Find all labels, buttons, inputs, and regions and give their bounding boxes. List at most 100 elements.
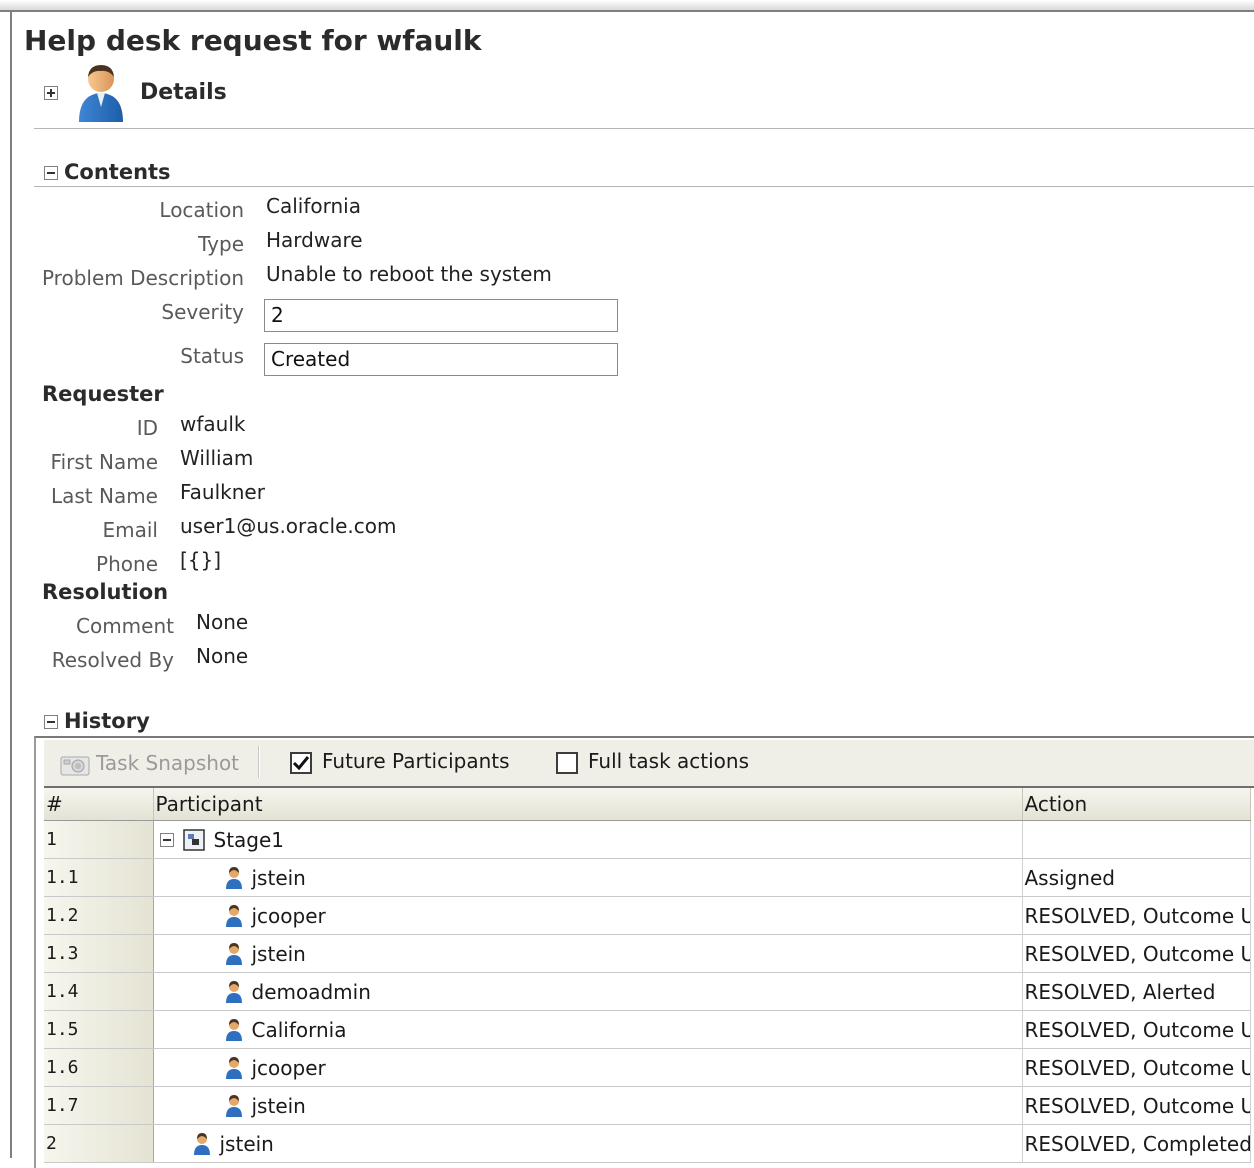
participant-cell: California bbox=[153, 1010, 1023, 1049]
window-top-border bbox=[0, 0, 1254, 12]
action-cell bbox=[1022, 820, 1251, 859]
page-title: Help desk request for wfaulk bbox=[24, 24, 482, 57]
resolved-by-value: None bbox=[196, 644, 249, 668]
first-name-value: William bbox=[180, 446, 254, 470]
resolved-by-label: Resolved By bbox=[51, 648, 174, 672]
camera-icon bbox=[60, 756, 90, 776]
participant-cell: jstein bbox=[153, 1124, 1023, 1163]
table-row[interactable]: 2 jstein RESOLVED, Completed bbox=[44, 1124, 1251, 1163]
table-row[interactable]: 1.5 California RESOLVED, Outcome Up bbox=[44, 1010, 1251, 1049]
action-cell: RESOLVED, Completed bbox=[1022, 1124, 1251, 1163]
row-number: 1.1 bbox=[44, 858, 154, 897]
action-cell: RESOLVED, Outcome Up bbox=[1022, 1010, 1251, 1049]
toolbar-separator bbox=[258, 746, 260, 778]
location-value: California bbox=[266, 194, 361, 218]
email-value: user1@us.oracle.com bbox=[180, 514, 397, 538]
details-expand-icon[interactable] bbox=[44, 86, 58, 100]
row-number: 1.4 bbox=[44, 972, 154, 1011]
status-label: Status bbox=[180, 344, 244, 368]
severity-field[interactable]: 2 bbox=[264, 299, 618, 332]
table-row[interactable]: 1.3 jstein RESOLVED, Outcome Up bbox=[44, 934, 1251, 973]
row-number: 1.2 bbox=[44, 896, 154, 935]
row-number: 1.3 bbox=[44, 934, 154, 973]
checkmark-icon bbox=[292, 756, 310, 771]
requester-id-value: wfaulk bbox=[180, 412, 246, 436]
full-task-actions-checkbox[interactable] bbox=[556, 752, 578, 774]
user-icon bbox=[225, 942, 242, 965]
phone-label: Phone bbox=[96, 552, 158, 576]
problem-description-value: Unable to reboot the system bbox=[266, 262, 552, 286]
action-cell: RESOLVED, Alerted bbox=[1022, 972, 1251, 1011]
column-header-num[interactable]: # bbox=[44, 788, 154, 821]
participant-cell: jstein bbox=[153, 934, 1023, 973]
row-number: 1.6 bbox=[44, 1048, 154, 1087]
type-value: Hardware bbox=[266, 228, 363, 252]
action-cell: RESOLVED, Outcome Up bbox=[1022, 896, 1251, 935]
action-cell: Assigned bbox=[1022, 858, 1251, 897]
phone-value: [{}] bbox=[180, 548, 222, 572]
user-icon bbox=[225, 1094, 242, 1117]
row-number: 1.7 bbox=[44, 1086, 154, 1125]
participant-name: demoadmin bbox=[251, 979, 371, 1004]
column-header-participant[interactable]: Participant bbox=[153, 788, 1023, 821]
location-label: Location bbox=[159, 198, 244, 222]
full-task-actions-label[interactable]: Full task actions bbox=[588, 749, 749, 773]
participant-name: jstein bbox=[251, 941, 306, 966]
row-number: 2 bbox=[44, 1124, 154, 1163]
contents-section-title: Contents bbox=[64, 160, 171, 184]
action-cell: RESOLVED, Outcome Up bbox=[1022, 934, 1251, 973]
last-name-value: Faulkner bbox=[180, 480, 265, 504]
table-row[interactable]: 1 Stage1 bbox=[44, 820, 1251, 859]
comment-value: None bbox=[196, 610, 249, 634]
user-icon bbox=[225, 1018, 242, 1041]
email-label: Email bbox=[102, 518, 159, 542]
column-header-action[interactable]: Action bbox=[1022, 788, 1251, 821]
divider bbox=[34, 186, 1254, 187]
participant-cell: jstein bbox=[153, 858, 1023, 897]
future-participants-checkbox[interactable] bbox=[290, 752, 312, 774]
table-row[interactable]: 1.2 jcooper RESOLVED, Outcome Up bbox=[44, 896, 1251, 935]
table-row[interactable]: 1.4 demoadmin RESOLVED, Alerted bbox=[44, 972, 1251, 1011]
table-row[interactable]: 1.7 jstein RESOLVED, Outcome Up bbox=[44, 1086, 1251, 1125]
history-section-title: History bbox=[64, 709, 150, 733]
requester-id-label: ID bbox=[136, 416, 158, 440]
participant-name: California bbox=[251, 1017, 347, 1042]
participant-cell: Stage1 bbox=[153, 820, 1023, 859]
participant-cell: demoadmin bbox=[153, 972, 1023, 1011]
table-row[interactable]: 1.1 jstein Assigned bbox=[44, 858, 1251, 897]
problem-description-label: Problem Description bbox=[41, 266, 244, 290]
row-number: 1 bbox=[44, 820, 154, 859]
stage-icon bbox=[182, 828, 205, 851]
status-field[interactable]: Created bbox=[264, 343, 618, 376]
future-participants-label[interactable]: Future Participants bbox=[322, 749, 510, 773]
user-icon bbox=[193, 1132, 210, 1155]
history-collapse-icon[interactable] bbox=[44, 715, 58, 729]
divider bbox=[34, 128, 1254, 129]
user-icon bbox=[225, 1056, 242, 1079]
task-snapshot-button[interactable]: Task Snapshot bbox=[96, 751, 239, 775]
user-avatar-icon bbox=[79, 65, 123, 122]
history-table: # Participant Action 1 Stage1 1.1 jstein… bbox=[44, 788, 1251, 1163]
requester-heading: Requester bbox=[42, 382, 164, 406]
comment-label: Comment bbox=[76, 614, 174, 638]
action-cell: RESOLVED, Outcome Up bbox=[1022, 1086, 1251, 1125]
participant-name: jstein bbox=[251, 1093, 306, 1118]
user-icon bbox=[225, 866, 242, 889]
tree-collapse-icon[interactable] bbox=[159, 832, 174, 847]
window-left-border bbox=[10, 10, 12, 1158]
table-row[interactable]: 1.6 jcooper RESOLVED, Outcome Up bbox=[44, 1048, 1251, 1087]
participant-name: jstein bbox=[219, 1131, 274, 1156]
first-name-label: First Name bbox=[50, 450, 158, 474]
user-icon bbox=[225, 980, 242, 1003]
participant-name: jstein bbox=[251, 865, 306, 890]
participant-name: Stage1 bbox=[213, 827, 285, 852]
participant-name: jcooper bbox=[251, 903, 326, 928]
row-number: 1.5 bbox=[44, 1010, 154, 1049]
table-header-row: # Participant Action bbox=[44, 788, 1251, 821]
resolution-heading: Resolution bbox=[42, 580, 169, 604]
contents-collapse-icon[interactable] bbox=[44, 166, 58, 180]
participant-name: jcooper bbox=[251, 1055, 326, 1080]
action-cell: RESOLVED, Outcome Up bbox=[1022, 1048, 1251, 1087]
details-label: Details bbox=[140, 80, 227, 105]
user-icon bbox=[225, 904, 242, 927]
